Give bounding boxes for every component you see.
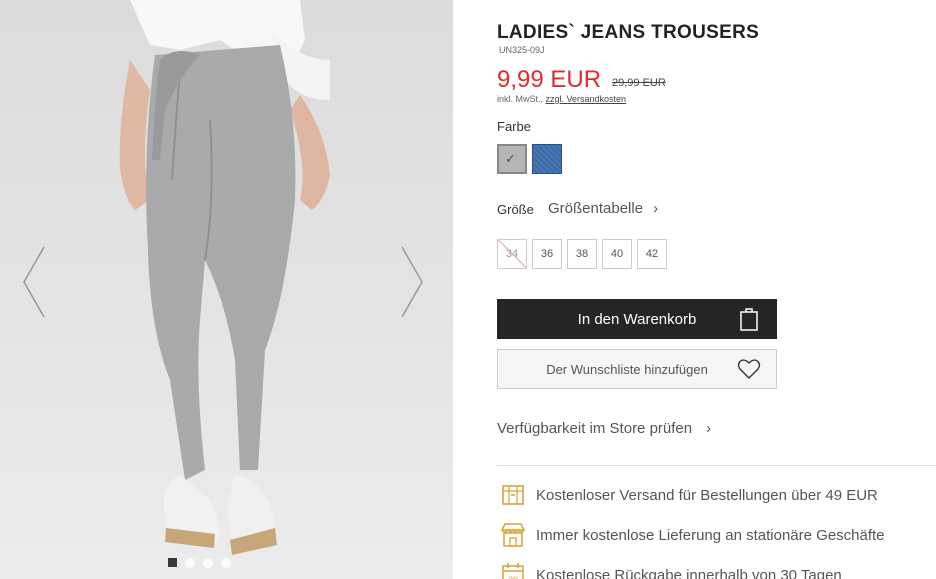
tax-text: inkl. MwSt., [497, 94, 546, 104]
gallery-next-arrow-icon[interactable] [400, 245, 424, 319]
size-option-40[interactable]: 40 [602, 239, 632, 269]
old-price: 29,99 EUR [612, 77, 666, 89]
add-to-cart-label: In den Warenkorb [577, 310, 697, 328]
product-page: LADIES` JEANS TROUSERS UN325-09J 9,99 EU… [0, 0, 936, 579]
shipping-costs-link[interactable]: zzgl. Versandkosten [546, 94, 627, 104]
heart-icon [737, 358, 761, 383]
gallery-prev-arrow-icon[interactable] [22, 245, 46, 319]
product-gallery[interactable] [0, 0, 453, 579]
checkmark-icon: ✓ [505, 151, 516, 166]
product-photo [119, 0, 330, 555]
size-options: 34 36 38 40 42 [497, 239, 667, 269]
store-availability-label: Verfügbarkeit im Store prüfen [497, 420, 693, 437]
wishlist-label: Der Wunschliste hinzufügen [546, 361, 708, 377]
size-chart-label: Größentabelle [548, 200, 644, 217]
tax-info: inkl. MwSt., zzgl. Versandkosten [497, 94, 626, 104]
gallery-dots [168, 558, 231, 568]
shipping-box-icon [499, 481, 527, 509]
benefit-free-returns: 30 Kostenlose Rückgabe innerhalb von 30 … [499, 561, 842, 579]
color-swatch-grey[interactable]: ✓ [497, 144, 527, 174]
chevron-right-icon: › [706, 420, 712, 437]
benefit-store-delivery: Immer kostenlose Lieferung an stationäre… [499, 521, 885, 549]
color-swatch-blue[interactable] [532, 144, 562, 174]
add-to-cart-button[interactable]: In den Warenkorb [497, 299, 777, 339]
store-availability-link[interactable]: Verfügbarkeit im Store prüfen › [497, 420, 711, 437]
color-label: Farbe [497, 119, 531, 134]
size-option-42[interactable]: 42 [637, 239, 667, 269]
chevron-right-icon: › [653, 200, 659, 217]
size-option-36[interactable]: 36 [532, 239, 562, 269]
size-option-38[interactable]: 38 [567, 239, 597, 269]
benefit-text: Kostenloser Versand für Bestellungen übe… [536, 486, 878, 504]
add-to-wishlist-button[interactable]: Der Wunschliste hinzufügen [497, 349, 777, 389]
shopping-bag-icon [739, 307, 759, 335]
size-chart-link[interactable]: Größentabelle › [548, 200, 658, 217]
size-option-34[interactable]: 34 [497, 239, 527, 269]
gallery-dot[interactable] [203, 558, 213, 568]
calendar-badge: 30 [508, 575, 518, 579]
calendar-30-icon: 30 [499, 561, 527, 579]
gallery-dot[interactable] [221, 558, 231, 568]
current-price: 9,99 EUR [497, 66, 602, 93]
benefit-text: Kostenlose Rückgabe innerhalb von 30 Tag… [536, 566, 842, 579]
gallery-dot[interactable] [185, 558, 195, 568]
store-icon [499, 521, 527, 549]
gallery-dot[interactable] [168, 558, 177, 567]
size-label: Größe [497, 202, 534, 217]
benefit-free-shipping: Kostenloser Versand für Bestellungen übe… [499, 481, 878, 509]
divider [497, 465, 936, 466]
benefit-text: Immer kostenlose Lieferung an stationäre… [536, 526, 885, 544]
product-title: LADIES` JEANS TROUSERS [497, 22, 760, 43]
product-sku: UN325-09J [499, 45, 545, 55]
